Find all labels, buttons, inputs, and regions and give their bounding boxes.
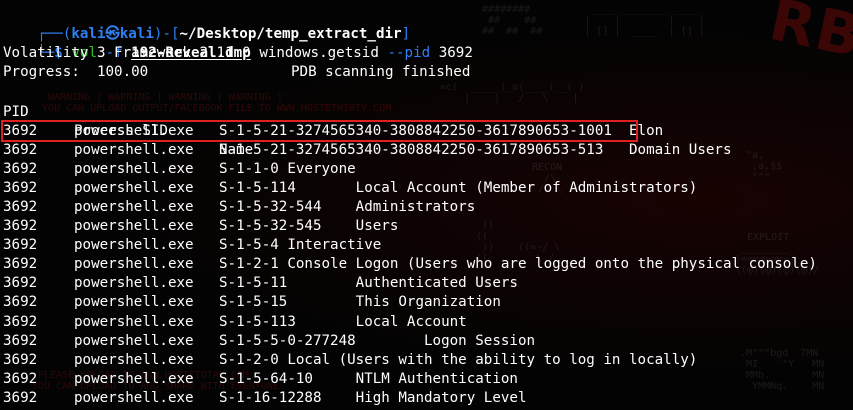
row-sid-name: S-1-5-32-544 Administrators xyxy=(219,199,476,216)
wallpaper-logo-art: RB xyxy=(764,0,853,71)
table-header-row: PID Process SID Name xyxy=(3,84,853,158)
row-sid-name: S-1-5-114 Local Account (Member of Admin… xyxy=(219,180,698,197)
row-pid: 3692 xyxy=(3,351,38,368)
row-pid: 3692 xyxy=(3,294,38,311)
row-process: powershell.exe xyxy=(74,370,194,387)
table-row: 3692 powershell.exe S-1-5-114 Local Accoun… xyxy=(3,179,853,198)
row-process: powershell.exe xyxy=(74,351,194,368)
row-pid: 3692 xyxy=(3,237,38,254)
command-plugin: windows.getsid xyxy=(259,45,379,61)
table-row: 3692 powershell.exe S-1-5-113 Local Accoun… xyxy=(3,313,853,332)
row-process: powershell.exe xyxy=(74,256,194,273)
row-sid-name: S-1-5-15 This Organization xyxy=(219,294,501,311)
row-sid-name: S-1-5-64-10 NTLM Authentication xyxy=(219,370,518,387)
table-row: 3692 powershell.exe S-1-5-4 Interactive xyxy=(3,236,853,255)
terminal-window[interactable]: RB ######## ____ ________ ____ ## ## | |… xyxy=(0,0,853,410)
row-pid: 3692 xyxy=(3,313,38,330)
command-line: └─$ vol -f 192-Reveal.dmp windows.getsid… xyxy=(3,25,473,61)
volatility-banner: Volatility 3 Framework 2.11.0 xyxy=(3,45,251,61)
command-flag-pid: --pid xyxy=(387,45,431,61)
row-process: powershell.exe xyxy=(74,294,194,311)
row-pid: 3692 xyxy=(3,332,38,349)
row-process: powershell.exe xyxy=(74,237,194,254)
row-pid: 3692 xyxy=(3,256,38,273)
pdb-status-text: PDB scanning finished xyxy=(291,64,471,80)
table-row: 3692 powershell.exe S-1-1-0 Everyone xyxy=(3,160,853,179)
row-process: powershell.exe xyxy=(74,142,194,159)
row-pid: 3692 xyxy=(3,142,38,159)
table-row: 3692 powershell.exe S-1-5-32-545 Users xyxy=(3,217,853,236)
row-pid: 3692 xyxy=(3,180,38,197)
row-pid: 3692 xyxy=(3,218,38,235)
row-sid-name: S-1-16-12288 High Mandatory Level xyxy=(219,389,527,406)
row-process: powershell.exe xyxy=(74,218,194,235)
row-pid: 3692 xyxy=(3,370,38,387)
highlight-box-elon-row xyxy=(1,120,638,142)
row-pid: 3692 xyxy=(3,275,38,292)
table-row: 3692 powershell.exe S-1-2-0 Local (Users w… xyxy=(3,351,853,370)
row-pid: 3692 xyxy=(3,199,38,216)
command-pid-value: 3692 xyxy=(438,45,473,61)
row-process: powershell.exe xyxy=(74,161,194,178)
progress-line: Progress: 100.00 PDB scanning finished xyxy=(3,63,470,82)
progress-text: Progress: 100.00 xyxy=(3,64,149,80)
row-sid-name: S-1-1-0 Everyone xyxy=(219,161,356,178)
table-row: 3692 powershell.exe S-1-5-11 Authenticated… xyxy=(3,274,853,293)
row-sid-name: S-1-5-113 Local Account xyxy=(219,313,467,330)
row-pid: 3692 xyxy=(3,389,38,406)
row-pid: 3692 xyxy=(3,161,38,178)
row-sid-name: S-1-5-11 Authenticated Users xyxy=(219,275,518,292)
row-process: powershell.exe xyxy=(74,332,194,349)
row-process: powershell.exe xyxy=(74,275,194,292)
table-row: 3692 powershell.exe S-1-5-64-10 NTLM Authe… xyxy=(3,370,853,389)
table-row: 3692 powershell.exe S-1-5-32-544 Administr… xyxy=(3,198,853,217)
table-row: 3692 powershell.exe S-1-5-5-0-277248 Logon… xyxy=(3,332,853,351)
row-process: powershell.exe xyxy=(74,389,194,406)
table-row: 3692 powershell.exe S-1-16-12288 High Mand… xyxy=(3,389,853,408)
row-process: powershell.exe xyxy=(74,180,194,197)
row-process: powershell.exe xyxy=(74,199,194,216)
row-sid-name: S-1-2-0 Local (Users with the ability to… xyxy=(219,351,698,368)
table-row: 3692 powershell.exe S-1-2-1 Console Logon … xyxy=(3,255,853,274)
row-sid-name: S-1-5-32-545 Users xyxy=(219,218,399,235)
row-sid-name: S-1-2-1 Console Logon (Users who are log… xyxy=(219,256,817,273)
row-sid-name: S-1-5-21-3274565340-3808842250-361789065… xyxy=(219,142,732,159)
table-row: 3692 powershell.exe S-1-5-15 This Organiza… xyxy=(3,293,853,312)
row-process: powershell.exe xyxy=(74,313,194,330)
row-sid-name: S-1-5-4 Interactive xyxy=(219,237,382,254)
row-sid-name: S-1-5-5-0-277248 Logon Session xyxy=(219,332,536,349)
prompt-header-line: ┌──(kali㉿kali)-[~/Desktop/temp_extract_d… xyxy=(3,6,410,42)
table-row: 3692 powershell.exe S-1-5-21-3274565340-38… xyxy=(3,141,853,160)
